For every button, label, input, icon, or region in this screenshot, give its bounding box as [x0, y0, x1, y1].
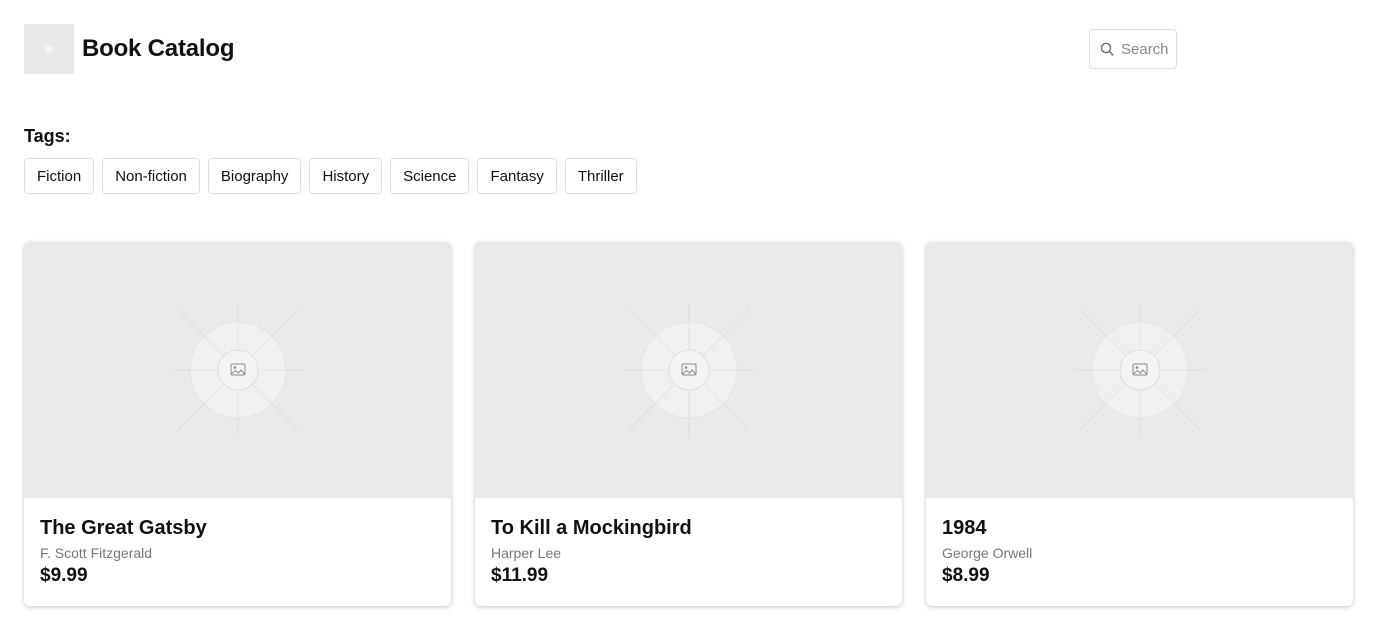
logo [24, 24, 74, 74]
tag-biography[interactable]: Biography [207, 158, 302, 194]
book-info: 1984 George Orwell $8.99 [926, 498, 1353, 588]
book-info: To Kill a Mockingbird Harper Lee $11.99 [475, 498, 902, 588]
tag-list: Fiction Non-fiction Biography History Sc… [24, 158, 637, 194]
book-author: Harper Lee [491, 545, 562, 561]
book-price: $8.99 [942, 565, 990, 586]
book-cover [926, 242, 1353, 498]
book-title[interactable]: The Great Gatsby [40, 516, 435, 540]
image-placeholder-icon [1073, 304, 1206, 436]
book-price: $9.99 [40, 565, 88, 586]
book-card[interactable]: The Great Gatsby F. Scott Fitzgerald $9.… [24, 242, 451, 606]
book-catalog-page: Book Catalog Tags: Fiction Non-fiction B… [0, 0, 1376, 630]
image-placeholder-icon [171, 304, 304, 436]
page-title: Book Catalog [82, 35, 235, 62]
search-icon [1100, 42, 1114, 56]
search-input[interactable] [1121, 40, 1175, 58]
book-cover [24, 242, 451, 498]
image-placeholder-icon [622, 304, 755, 436]
search-box[interactable] [1089, 29, 1177, 69]
book-author: F. Scott Fitzgerald [40, 545, 153, 561]
book-price: $11.99 [491, 565, 549, 586]
tag-thriller[interactable]: Thriller [564, 158, 637, 194]
book-card[interactable]: 1984 George Orwell $8.99 [926, 242, 1353, 606]
book-author: George Orwell [942, 545, 1033, 561]
book-title[interactable]: To Kill a Mockingbird [491, 516, 886, 540]
book-cover [475, 242, 902, 498]
tag-fantasy[interactable]: Fantasy [477, 158, 557, 194]
book-card[interactable]: To Kill a Mockingbird Harper Lee $11.99 [475, 242, 902, 606]
tag-fiction[interactable]: Fiction [24, 158, 95, 194]
tag-science[interactable]: Science [390, 158, 470, 194]
book-title[interactable]: 1984 [942, 516, 1337, 540]
tag-history[interactable]: History [309, 158, 383, 194]
book-grid: The Great Gatsby F. Scott Fitzgerald $9.… [24, 242, 1353, 606]
tag-non-fiction[interactable]: Non-fiction [102, 158, 200, 194]
tags-label: Tags: [24, 126, 71, 146]
book-info: The Great Gatsby F. Scott Fitzgerald $9.… [24, 498, 451, 588]
image-placeholder-icon [45, 45, 53, 53]
